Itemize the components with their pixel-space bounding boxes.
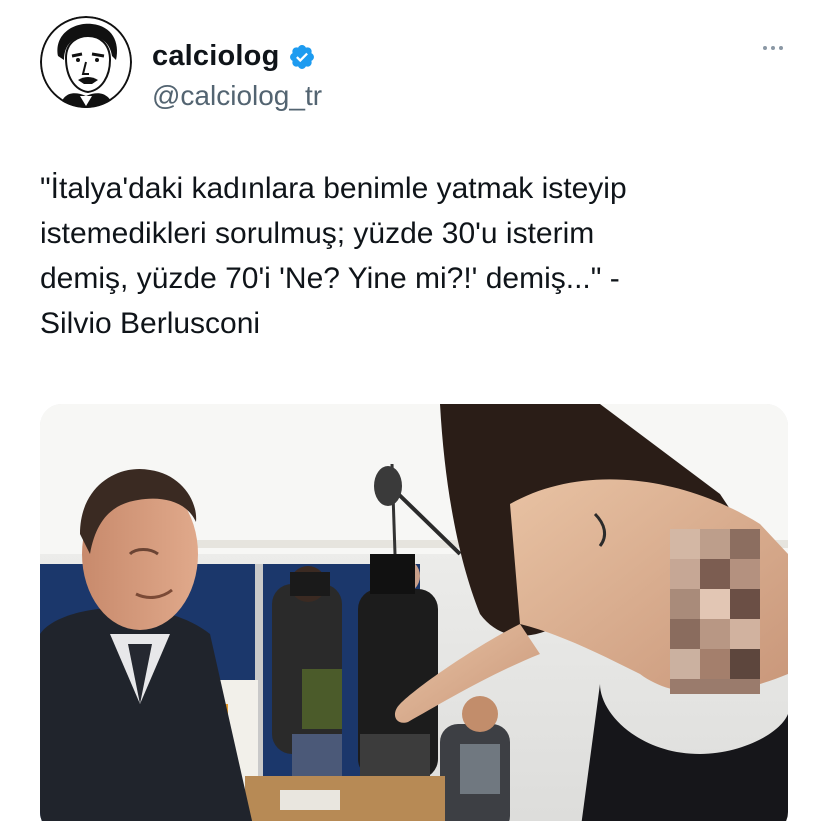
tweet-card: calciolog @calciolog_tr "İtalya'daki kad… (0, 0, 827, 821)
more-dots-icon[interactable] (751, 36, 795, 60)
author-avatar[interactable] (40, 16, 132, 108)
more-dot (779, 46, 783, 50)
author-handle[interactable]: @calciolog_tr (152, 80, 322, 112)
news-photo-illustration (40, 404, 788, 821)
more-dot (763, 46, 767, 50)
censor-mosaic (670, 529, 760, 694)
author-name-row: calciolog (152, 40, 316, 73)
verified-badge-icon (289, 44, 314, 69)
tweet-photo[interactable] (40, 404, 788, 821)
tweet-header: calciolog @calciolog_tr (40, 16, 787, 111)
caricature-avatar-icon (40, 16, 132, 108)
tweet-text: "İtalya'daki kadınlara benimle yatmak is… (40, 172, 627, 340)
author-display-name[interactable]: calciolog (152, 40, 280, 73)
more-dot (771, 46, 775, 50)
